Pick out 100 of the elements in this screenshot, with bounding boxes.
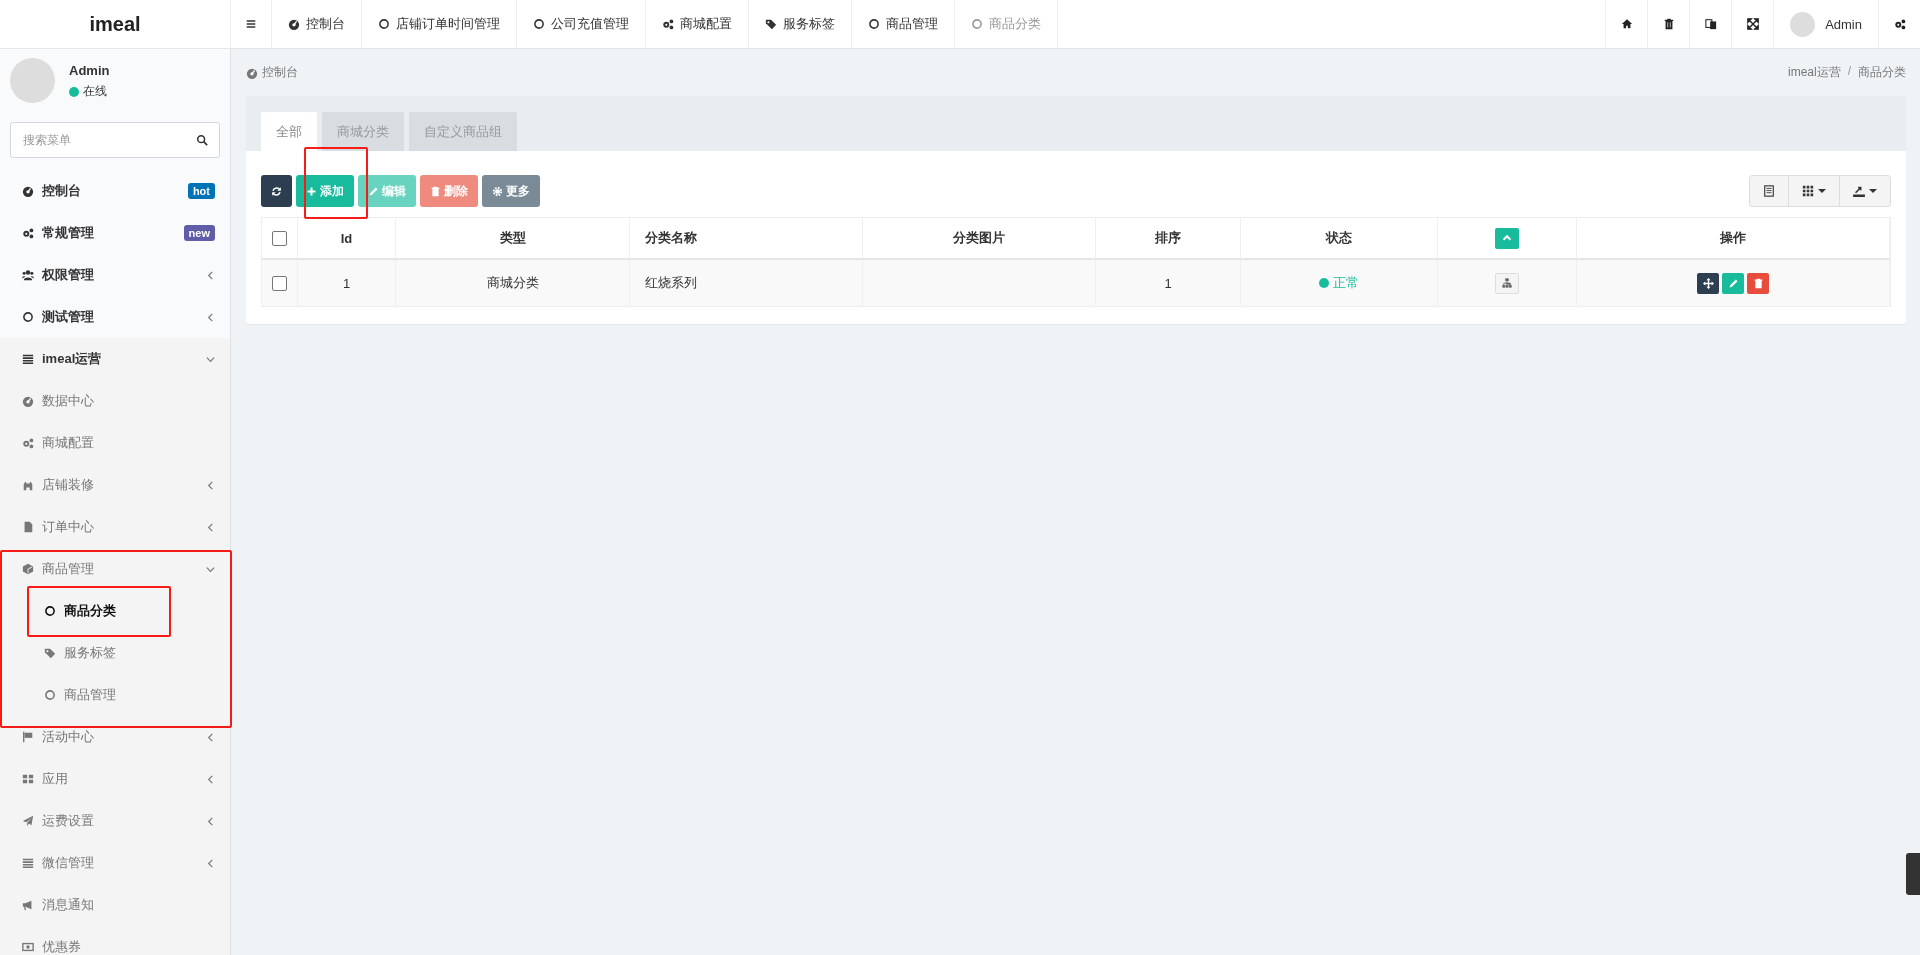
avatar xyxy=(10,58,55,103)
dashboard-icon xyxy=(288,18,300,30)
fullscreen-icon xyxy=(1746,18,1759,30)
users-icon xyxy=(22,269,34,281)
highlight-frame xyxy=(304,147,368,219)
refresh-icon xyxy=(271,185,282,197)
megaphone-icon xyxy=(22,899,34,911)
status-text: 正常 xyxy=(1333,274,1359,292)
app-logo[interactable]: imeal xyxy=(0,0,231,48)
gears-icon xyxy=(22,437,34,449)
nav-tab[interactable]: 商品分类 xyxy=(955,0,1058,48)
chevron-left-icon xyxy=(206,816,215,826)
chevron-left-icon xyxy=(206,312,215,322)
export-icon xyxy=(1853,185,1865,197)
move-icon xyxy=(1702,277,1714,289)
pencil-icon xyxy=(368,185,379,197)
menu-badge: hot xyxy=(187,183,215,199)
user-name[interactable]: Admin xyxy=(1825,16,1862,32)
plus-icon xyxy=(306,185,317,197)
gears-icon xyxy=(22,227,34,239)
file-icon xyxy=(22,521,34,533)
sidebar-item[interactable]: 微信管理 xyxy=(0,842,230,884)
sidebar-item[interactable]: 数据中心 xyxy=(0,380,230,422)
circle-icon xyxy=(44,689,56,701)
grid-icon xyxy=(22,773,34,785)
nav-tab[interactable]: 商品管理 xyxy=(852,0,955,48)
chevron-left-icon xyxy=(206,774,215,784)
drag-button[interactable] xyxy=(1697,272,1719,294)
sidebar-item[interactable]: 应用 xyxy=(0,758,230,800)
chevron-down-icon xyxy=(206,564,215,574)
circle-icon xyxy=(868,18,880,30)
search-field[interactable]: 搜索菜单 xyxy=(10,122,220,158)
tag-icon xyxy=(44,647,56,659)
sidebar-item[interactable]: 商品管理 xyxy=(0,674,230,716)
sidebar-item[interactable]: 优惠券 xyxy=(0,926,230,955)
collapse-button[interactable] xyxy=(1495,227,1519,249)
grid-icon xyxy=(1802,185,1814,197)
table-icon xyxy=(1763,185,1775,197)
search-icon xyxy=(196,134,208,146)
breadcrumb-link[interactable]: imeal运营 xyxy=(1787,64,1841,81)
gears-icon xyxy=(1893,18,1906,30)
nav-tab[interactable]: 店铺订单时间管理 xyxy=(362,0,517,48)
dashboard-icon xyxy=(22,395,34,407)
list-icon xyxy=(22,353,34,365)
menu-icon xyxy=(245,18,257,30)
sidebar-item[interactable]: 权限管理 xyxy=(0,254,230,296)
sidebar-item[interactable]: 常规管理 new xyxy=(0,212,230,254)
breadcrumb-separator: / xyxy=(1847,64,1851,80)
tag-icon xyxy=(765,18,777,30)
chevron-left-icon xyxy=(206,858,215,868)
row-checkbox[interactable] xyxy=(272,275,287,291)
nav-tab[interactable]: 公司充值管理 xyxy=(517,0,646,48)
circle-icon xyxy=(378,18,390,30)
cube-icon xyxy=(22,563,34,575)
side-handle[interactable] xyxy=(1906,853,1920,895)
sidebar-item[interactable]: imeal运营 xyxy=(0,338,230,380)
add-button[interactable]: 添加 xyxy=(296,175,354,207)
sidebar-item[interactable]: 控制台 hot xyxy=(0,170,230,212)
list-icon xyxy=(22,857,34,869)
chevron-down-icon xyxy=(206,354,215,364)
page-title: 控制台 xyxy=(262,64,298,81)
breadcrumb-link[interactable]: 商品分类 xyxy=(1858,64,1906,81)
trash-icon xyxy=(430,185,441,197)
tree-button[interactable] xyxy=(1495,272,1519,294)
menu-badge: new xyxy=(183,225,215,241)
delete-button[interactable] xyxy=(1747,272,1769,294)
table-cell: 1 xyxy=(1096,260,1241,306)
chevron-left-icon xyxy=(206,522,215,532)
sidebar-item[interactable]: 服务标签 xyxy=(0,632,230,674)
nav-tab[interactable]: 控制台 xyxy=(272,0,362,48)
flag-icon xyxy=(22,731,34,743)
sidebar-item[interactable]: 活动中心 xyxy=(0,716,230,758)
sidebar-item[interactable]: 消息通知 xyxy=(0,884,230,926)
user-status: 在线 xyxy=(83,83,107,100)
more-button[interactable]: 更多 xyxy=(482,175,540,207)
circle-icon xyxy=(22,311,34,323)
nav-tab[interactable]: 商城配置 xyxy=(646,0,749,48)
circle-icon xyxy=(971,18,983,30)
sidebar-item[interactable]: 商品管理 xyxy=(0,548,230,590)
circle-icon xyxy=(44,605,56,617)
gears-icon xyxy=(662,18,674,30)
nav-tab[interactable]: 服务标签 xyxy=(749,0,852,48)
table-cell: 红烧系列 xyxy=(630,260,863,306)
chevron-left-icon xyxy=(206,480,215,490)
dashboard-icon xyxy=(246,66,258,79)
tab[interactable]: 全部 xyxy=(261,112,317,151)
chevron-left-icon xyxy=(206,270,215,280)
sitemap-icon xyxy=(1502,278,1512,288)
sidebar-item[interactable]: 商城配置 xyxy=(0,422,230,464)
sidebar-item[interactable]: 运费设置 xyxy=(0,800,230,842)
sidebar-item[interactable]: 测试管理 xyxy=(0,296,230,338)
table-cell: 商城分类 xyxy=(396,260,630,306)
dashboard-icon xyxy=(22,185,34,197)
sidebar-item[interactable]: 订单中心 xyxy=(0,506,230,548)
refresh-button[interactable] xyxy=(261,175,292,207)
trash-icon xyxy=(1662,18,1675,30)
sidebar-item[interactable]: 商品分类 xyxy=(0,590,230,632)
circle-icon xyxy=(533,18,545,30)
select-all-checkbox[interactable] xyxy=(272,230,287,246)
sidebar-item[interactable]: 店铺装修 xyxy=(0,464,230,506)
